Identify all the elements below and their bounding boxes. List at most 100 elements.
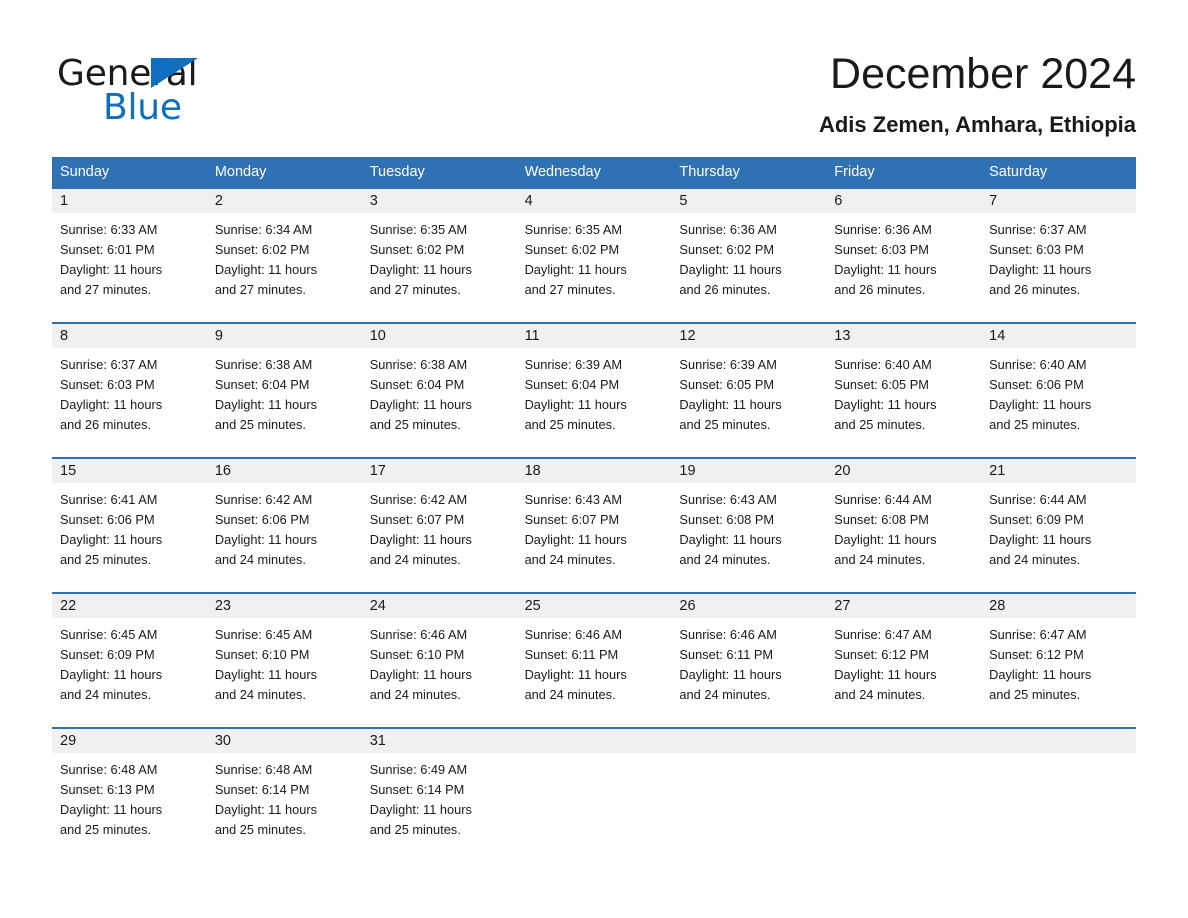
daylight-text-line1: Daylight: 11 hours: [214, 532, 318, 547]
day-number-band: 8: [52, 324, 207, 348]
day-details: Sunrise: 6:46 AM Sunset: 6:11 PM Dayligh…: [671, 618, 826, 705]
daylight-text-line2: and 25 minutes.: [989, 687, 1081, 702]
day-cell[interactable]: 11 Sunrise: 6:39 AM Sunset: 6:04 PM Dayl…: [516, 324, 672, 457]
sunset-text: Sunset: 6:02 PM: [679, 242, 775, 257]
day-cell[interactable]: 27 Sunrise: 6:47 AM Sunset: 6:12 PM Dayl…: [826, 594, 982, 727]
day-cell[interactable]: 8 Sunrise: 6:37 AM Sunset: 6:03 PM Dayli…: [52, 324, 207, 457]
daylight-text-line1: Daylight: 11 hours: [524, 667, 627, 682]
sunset-text: Sunset: 6:10 PM: [369, 647, 465, 662]
sunset-text: Sunset: 6:06 PM: [214, 512, 310, 527]
day-number-band: 18: [516, 459, 672, 483]
daylight-text-line1: Daylight: 11 hours: [834, 397, 937, 412]
daylight-text-line2: and 24 minutes.: [60, 687, 152, 702]
sunrise-text: Sunrise: 6:40 AM: [834, 357, 932, 372]
daylight-text-line2: and 24 minutes.: [214, 687, 306, 702]
day-cell[interactable]: 2 Sunrise: 6:34 AM Sunset: 6:02 PM Dayli…: [206, 189, 362, 322]
sunrise-text: Sunrise: 6:45 AM: [214, 627, 313, 642]
day-cell[interactable]: 6 Sunrise: 6:36 AM Sunset: 6:03 PM Dayli…: [826, 189, 982, 322]
day-cell[interactable]: 14 Sunrise: 6:40 AM Sunset: 6:06 PM Dayl…: [981, 324, 1136, 457]
day-cell[interactable]: 15 Sunrise: 6:41 AM Sunset: 6:06 PM Dayl…: [52, 459, 207, 592]
sunset-text: Sunset: 6:02 PM: [369, 242, 465, 257]
sunset-text: Sunset: 6:14 PM: [369, 782, 465, 797]
day-number: 9: [214, 328, 223, 344]
day-details: Sunrise: 6:39 AM Sunset: 6:04 PM Dayligh…: [517, 348, 672, 435]
day-details: Sunrise: 6:35 AM Sunset: 6:02 PM Dayligh…: [362, 213, 517, 300]
weekday-header-sunday: Sunday: [60, 164, 110, 180]
day-number: 17: [369, 463, 386, 479]
day-number: 31: [369, 733, 386, 749]
day-cell[interactable]: 4 Sunrise: 6:35 AM Sunset: 6:02 PM Dayli…: [516, 189, 672, 322]
day-cell[interactable]: 10 Sunrise: 6:38 AM Sunset: 6:04 PM Dayl…: [361, 324, 517, 457]
sunset-text: Sunset: 6:12 PM: [989, 647, 1084, 662]
day-cell[interactable]: 16 Sunrise: 6:42 AM Sunset: 6:06 PM Dayl…: [206, 459, 362, 592]
day-number: 16: [214, 463, 231, 479]
day-details: Sunrise: 6:36 AM Sunset: 6:03 PM Dayligh…: [826, 213, 981, 300]
sunrise-text: Sunrise: 6:48 AM: [60, 762, 158, 777]
day-cell[interactable]: 24 Sunrise: 6:46 AM Sunset: 6:10 PM Dayl…: [361, 594, 517, 727]
day-cell[interactable]: 22 Sunrise: 6:45 AM Sunset: 6:09 PM Dayl…: [52, 594, 207, 727]
day-cell[interactable]: 17 Sunrise: 6:42 AM Sunset: 6:07 PM Dayl…: [361, 459, 517, 592]
sunset-text: Sunset: 6:05 PM: [834, 377, 929, 392]
day-number: 30: [214, 733, 231, 749]
weekday-header-saturday: Saturday: [989, 164, 1048, 180]
day-number-band: [981, 729, 1136, 753]
daylight-text-line1: Daylight: 11 hours: [679, 262, 782, 277]
page-subtitle: Adis Zemen, Amhara, Ethiopia: [818, 112, 1136, 137]
daylight-text-line2: and 27 minutes.: [524, 282, 616, 297]
day-number-band: 29: [52, 729, 207, 753]
sunrise-text: Sunrise: 6:43 AM: [679, 492, 777, 507]
daylight-text-line1: Daylight: 11 hours: [989, 667, 1092, 682]
day-cell[interactable]: 19 Sunrise: 6:43 AM Sunset: 6:08 PM Dayl…: [671, 459, 827, 592]
day-cell[interactable]: 20 Sunrise: 6:44 AM Sunset: 6:08 PM Dayl…: [826, 459, 982, 592]
sunrise-text: Sunrise: 6:35 AM: [369, 222, 468, 237]
day-number: 28: [989, 598, 1006, 614]
sunrise-text: Sunrise: 6:38 AM: [214, 357, 313, 372]
day-cell[interactable]: 13 Sunrise: 6:40 AM Sunset: 6:05 PM Dayl…: [826, 324, 982, 457]
weekday-header-monday: Monday: [214, 164, 267, 180]
day-details: Sunrise: 6:35 AM Sunset: 6:02 PM Dayligh…: [517, 213, 672, 300]
day-cell[interactable]: 21 Sunrise: 6:44 AM Sunset: 6:09 PM Dayl…: [981, 459, 1136, 592]
day-number-band: 20: [826, 459, 982, 483]
day-number-band: 26: [671, 594, 827, 618]
day-details: Sunrise: 6:42 AM Sunset: 6:06 PM Dayligh…: [207, 483, 362, 570]
day-number: 23: [214, 598, 231, 614]
day-number: 29: [60, 733, 77, 749]
weekday-header-row: Sunday Monday Tuesday Wednesday Thursday…: [52, 157, 1136, 187]
sunrise-text: Sunrise: 6:42 AM: [214, 492, 313, 507]
day-cell[interactable]: 30 Sunrise: 6:48 AM Sunset: 6:14 PM Dayl…: [206, 729, 362, 862]
day-details: Sunrise: 6:47 AM Sunset: 6:12 PM Dayligh…: [826, 618, 981, 705]
day-number: 24: [369, 598, 386, 614]
day-cell[interactable]: 28 Sunrise: 6:47 AM Sunset: 6:12 PM Dayl…: [981, 594, 1136, 727]
day-cell[interactable]: 9 Sunrise: 6:38 AM Sunset: 6:04 PM Dayli…: [206, 324, 362, 457]
sunset-text: Sunset: 6:13 PM: [60, 782, 155, 797]
daylight-text-line2: and 24 minutes.: [679, 552, 771, 567]
day-cell[interactable]: 1 Sunrise: 6:33 AM Sunset: 6:01 PM Dayli…: [52, 189, 207, 322]
day-cell[interactable]: 26 Sunrise: 6:46 AM Sunset: 6:11 PM Dayl…: [671, 594, 827, 727]
day-cell[interactable]: 31 Sunrise: 6:49 AM Sunset: 6:14 PM Dayl…: [361, 729, 517, 862]
daylight-text-line2: and 26 minutes.: [834, 282, 926, 297]
day-cell[interactable]: 5 Sunrise: 6:36 AM Sunset: 6:02 PM Dayli…: [671, 189, 827, 322]
day-number-band: 7: [981, 189, 1136, 213]
day-details: Sunrise: 6:40 AM Sunset: 6:05 PM Dayligh…: [826, 348, 981, 435]
day-details: Sunrise: 6:39 AM Sunset: 6:05 PM Dayligh…: [671, 348, 826, 435]
day-cell[interactable]: 25 Sunrise: 6:46 AM Sunset: 6:11 PM Dayl…: [516, 594, 672, 727]
day-cell[interactable]: 23 Sunrise: 6:45 AM Sunset: 6:10 PM Dayl…: [206, 594, 362, 727]
day-cell[interactable]: 12 Sunrise: 6:39 AM Sunset: 6:05 PM Dayl…: [671, 324, 827, 457]
sunset-text: Sunset: 6:03 PM: [989, 242, 1084, 257]
daylight-text-line2: and 26 minutes.: [989, 282, 1081, 297]
day-number-band: 10: [361, 324, 517, 348]
day-number-band: 2: [206, 189, 362, 213]
daylight-text-line2: and 24 minutes.: [679, 687, 771, 702]
daylight-text-line2: and 24 minutes.: [214, 552, 306, 567]
daylight-text-line1: Daylight: 11 hours: [369, 262, 472, 277]
day-cell[interactable]: 29 Sunrise: 6:48 AM Sunset: 6:13 PM Dayl…: [52, 729, 207, 862]
day-details: Sunrise: 6:33 AM Sunset: 6:01 PM Dayligh…: [52, 213, 207, 300]
day-number: 13: [834, 328, 851, 344]
day-cell[interactable]: 3 Sunrise: 6:35 AM Sunset: 6:02 PM Dayli…: [361, 189, 517, 322]
day-number: 26: [679, 598, 696, 614]
day-cell[interactable]: 7 Sunrise: 6:37 AM Sunset: 6:03 PM Dayli…: [981, 189, 1136, 322]
daylight-text-line1: Daylight: 11 hours: [989, 397, 1092, 412]
day-cell[interactable]: 18 Sunrise: 6:43 AM Sunset: 6:07 PM Dayl…: [516, 459, 672, 592]
general-blue-logo[interactable]: General Blue: [57, 54, 317, 132]
day-number: 27: [834, 598, 851, 614]
